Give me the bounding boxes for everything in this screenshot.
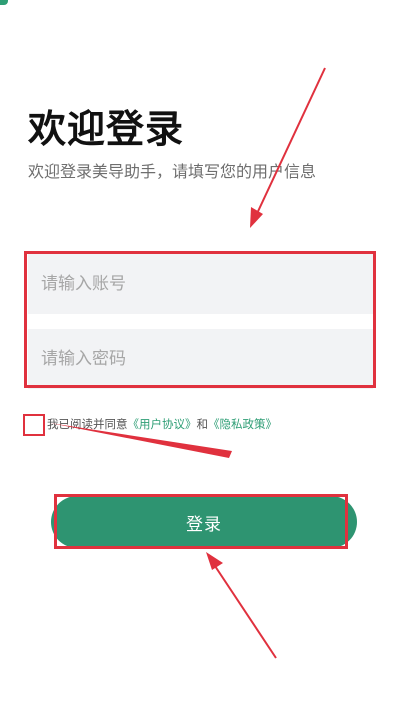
annotation-arrow-icon	[250, 67, 326, 228]
login-screen: 欢迎登录 欢迎登录美导助手，请填写您的用户信息 我已阅读并同意《用户协议》和《隐…	[0, 0, 407, 720]
agreement-text: 我已阅读并同意《用户协议》和《隐私政策》	[47, 416, 277, 432]
app-accent-mark	[0, 0, 8, 5]
user-agreement-link[interactable]: 《用户协议》	[128, 417, 197, 431]
page-subtitle: 欢迎登录美导助手，请填写您的用户信息	[28, 162, 317, 181]
account-input[interactable]	[28, 254, 373, 314]
password-input[interactable]	[28, 329, 373, 389]
privacy-policy-link[interactable]: 《隐私政策》	[208, 417, 277, 431]
login-button[interactable]: 登录	[51, 496, 357, 548]
agreement-conjunction: 和	[196, 417, 209, 431]
agreement-checkbox[interactable]	[23, 414, 45, 436]
agreement-prefix: 我已阅读并同意	[47, 417, 128, 431]
page-title: 欢迎登录	[28, 107, 185, 151]
annotation-arrow-icon	[206, 552, 277, 659]
